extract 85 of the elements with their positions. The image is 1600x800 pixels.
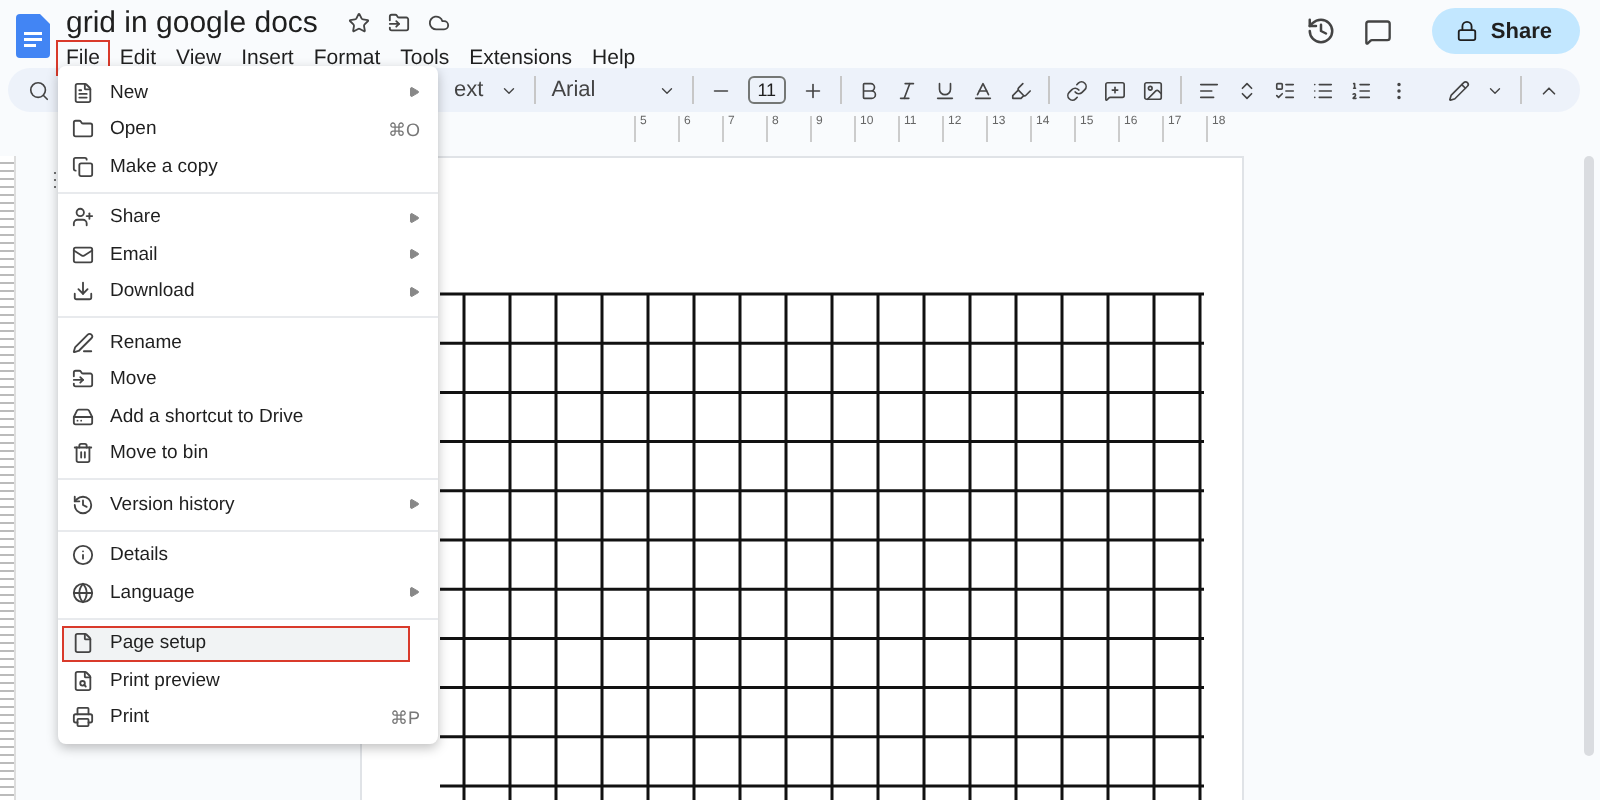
menu-option-label: Page setup <box>110 632 209 655</box>
menu-option-label: Move <box>110 368 159 391</box>
cloud-icon[interactable] <box>427 11 450 33</box>
link-icon[interactable] <box>1066 79 1089 101</box>
file-icon <box>72 632 94 655</box>
italic-icon[interactable] <box>896 79 919 101</box>
menu-option[interactable]: New <box>58 74 438 111</box>
add-comment-icon[interactable] <box>1104 79 1127 101</box>
font-size-field[interactable]: 11 <box>747 76 787 104</box>
menu-option-label: Email <box>110 243 160 266</box>
highlighter-icon[interactable] <box>1010 79 1033 101</box>
menu-item[interactable]: Extensions <box>459 40 583 76</box>
menu-option-label: Download <box>110 280 197 303</box>
copy-icon <box>72 155 94 178</box>
menu-option-label: Print <box>110 706 152 729</box>
folder-icon <box>72 118 94 141</box>
printer-icon <box>72 706 94 729</box>
docs-logo-icon[interactable] <box>16 14 50 58</box>
menu-option[interactable]: Share <box>58 199 438 236</box>
menu-option[interactable]: Page setup <box>62 625 410 662</box>
document-title[interactable]: grid in google docs <box>66 5 318 39</box>
underline-icon[interactable] <box>934 79 957 101</box>
star-icon[interactable] <box>347 11 370 33</box>
submenu-arrow-icon <box>408 248 420 261</box>
lock-icon <box>1456 20 1479 42</box>
menu-option[interactable]: Download <box>58 273 438 310</box>
menu-option[interactable]: Open ⌘O <box>58 111 438 148</box>
share-button[interactable]: Share <box>1432 8 1580 54</box>
envelope-icon <box>72 243 94 266</box>
menu-option[interactable]: Details <box>58 537 438 574</box>
text-color-icon[interactable] <box>972 79 995 101</box>
menu-option-label: Print preview <box>110 669 222 692</box>
pen-icon <box>72 331 94 354</box>
menu-option-label: Rename <box>110 331 184 354</box>
checklist-icon[interactable] <box>1274 79 1297 101</box>
document-icon <box>72 81 94 104</box>
history-icon <box>72 493 94 516</box>
submenu-arrow-icon <box>408 285 420 298</box>
search-icon[interactable] <box>28 79 50 101</box>
plus-icon[interactable] <box>802 79 825 101</box>
style-dropdown[interactable]: ext <box>454 78 484 102</box>
image-icon[interactable] <box>1142 79 1165 101</box>
folder-icon[interactable] <box>387 11 410 33</box>
menu-option[interactable]: Make a copy <box>58 148 438 185</box>
submenu-arrow-icon <box>408 86 420 99</box>
menu-option-label: Open <box>110 118 159 141</box>
comment-icon[interactable] <box>1364 17 1393 45</box>
submenu-arrow-icon <box>408 211 420 224</box>
menu-option-label: Move to bin <box>110 442 211 465</box>
align-icon[interactable] <box>1198 79 1221 101</box>
menu-option-label: Language <box>110 581 197 604</box>
submenu-arrow-icon <box>408 498 420 511</box>
shortcut-text: ⌘O <box>387 119 420 140</box>
download-icon <box>72 280 94 303</box>
trash-icon <box>72 442 94 465</box>
menu-option[interactable]: Move <box>58 361 438 398</box>
menu-option[interactable]: Print preview <box>58 662 438 699</box>
menu-option[interactable]: Print ⌘P <box>58 699 438 736</box>
bold-icon[interactable] <box>858 79 881 101</box>
folder-arrow-icon <box>72 368 94 391</box>
menu-option[interactable]: Email <box>58 236 438 273</box>
file-search-icon <box>72 669 94 692</box>
menu-option-label: Make a copy <box>110 155 220 178</box>
menu-option[interactable]: Version history <box>58 486 438 523</box>
menu-option-label: Share <box>110 206 163 229</box>
menu-option-label: Details <box>110 544 171 567</box>
pencil-icon[interactable] <box>1448 79 1470 101</box>
menu-option-label: Version history <box>110 493 237 516</box>
submenu-arrow-icon <box>408 586 420 599</box>
font-dropdown[interactable]: Arial <box>551 78 642 102</box>
menu-option[interactable]: Language <box>58 574 438 611</box>
drive-icon <box>72 405 94 428</box>
info-icon <box>72 544 94 567</box>
globe-icon <box>72 581 94 604</box>
menu-option[interactable]: Add a shortcut to Drive <box>58 398 438 435</box>
menu-item[interactable]: Help <box>582 40 646 76</box>
add-person-icon <box>72 206 94 229</box>
history-icon[interactable] <box>1306 16 1337 46</box>
menu-option[interactable]: Move to bin <box>58 435 438 472</box>
menu-option-label: New <box>110 81 151 104</box>
scrollbar[interactable] <box>1584 156 1594 756</box>
numbered-list-icon[interactable] <box>1350 79 1373 101</box>
menu-option[interactable]: Rename <box>58 324 438 361</box>
shortcut-text: ⌘P <box>389 707 420 728</box>
menu-option-label: Add a shortcut to Drive <box>110 405 306 428</box>
